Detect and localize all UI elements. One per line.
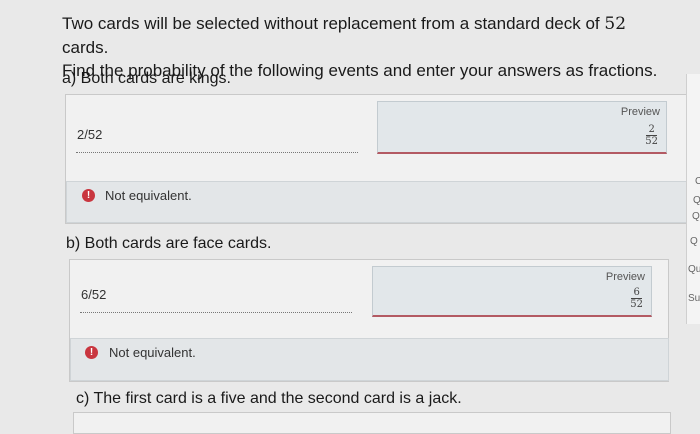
part-b-preview-fraction: 6 52: [630, 287, 643, 310]
part-b-input-underline: [80, 312, 352, 313]
side-panel-item[interactable]: Su: [688, 293, 700, 304]
part-a-preview-label: Preview: [620, 106, 660, 118]
side-panel-item[interactable]: Q: [692, 211, 700, 222]
side-panel: C Q Q Q Qu Su: [686, 74, 700, 324]
alert-circle-icon: !: [85, 346, 98, 359]
part-c-container: [73, 412, 671, 434]
part-a-feedback: ! Not equivalent.: [66, 181, 687, 223]
part-a-container: 2/52 Preview 2 52 ! Not equivalent.: [65, 94, 687, 224]
part-a-answer-input[interactable]: 2/52: [77, 127, 102, 142]
part-b-label: b) Both cards are face cards.: [66, 235, 272, 252]
part-b-container: 6/52 Preview 6 52 ! Not equivalent.: [69, 259, 669, 382]
part-b-preview-numerator: 6: [633, 287, 640, 298]
part-a-input-underline: [76, 152, 358, 153]
alert-circle-icon: !: [82, 189, 95, 202]
side-panel-item[interactable]: Q: [693, 195, 700, 206]
part-a-label: a) Both cards are kings.: [62, 70, 231, 87]
part-c-label: c) The first card is a five and the seco…: [76, 390, 462, 407]
part-b-preview-label: Preview: [605, 271, 645, 283]
side-panel-item[interactable]: Q: [690, 236, 698, 247]
part-b-answer-input[interactable]: 6/52: [81, 287, 106, 302]
part-a-feedback-text: Not equivalent.: [105, 188, 192, 203]
side-panel-item[interactable]: Qu: [688, 264, 700, 275]
part-b-preview-denominator: 52: [630, 299, 643, 310]
part-a-preview-fraction: 2 52: [645, 124, 658, 147]
question-line-1: Two cards will be selected without repla…: [62, 14, 627, 57]
part-b-feedback: ! Not equivalent.: [70, 338, 669, 381]
part-a-preview-numerator: 2: [648, 124, 655, 135]
part-b-preview: Preview 6 52: [372, 266, 652, 317]
part-a-preview: Preview 2 52: [377, 101, 667, 154]
part-a-preview-denominator: 52: [645, 136, 658, 147]
part-b-feedback-text: Not equivalent.: [109, 345, 196, 360]
side-panel-item[interactable]: C: [695, 176, 700, 187]
